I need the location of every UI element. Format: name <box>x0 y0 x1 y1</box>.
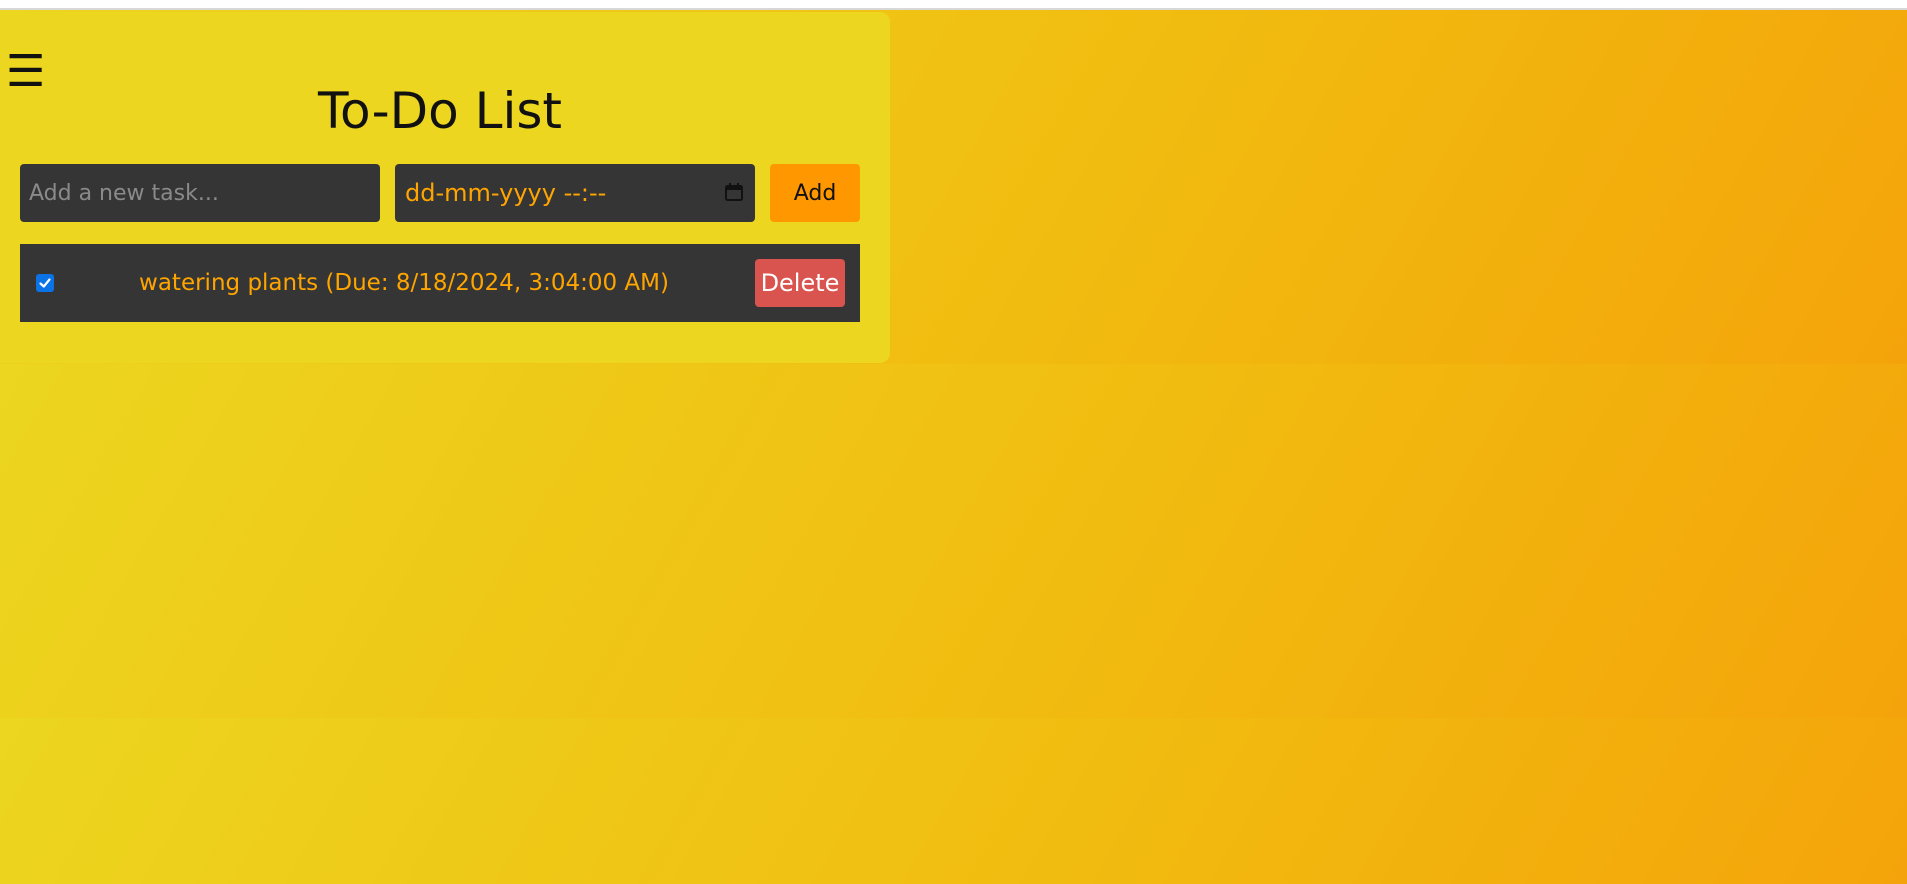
background-band <box>0 718 1907 884</box>
task-input[interactable] <box>20 164 380 222</box>
delete-task-button[interactable]: Delete <box>755 259 845 307</box>
page-title: To-Do List <box>318 82 562 140</box>
due-date-input[interactable]: dd-mm-yyyy --:-- <box>395 164 755 222</box>
browser-top-border <box>0 0 1907 10</box>
due-date-placeholder: dd-mm-yyyy --:-- <box>405 179 607 207</box>
add-task-button[interactable]: Add <box>770 164 860 222</box>
task-text: watering plants (Due: 8/18/2024, 3:04:00… <box>139 270 669 296</box>
todo-card: ☰ To-Do List dd-mm-yyyy --:-- Add wateri… <box>0 12 890 363</box>
background-band <box>0 364 1907 718</box>
task-item: watering plants (Due: 8/18/2024, 3:04:00… <box>20 244 860 322</box>
calendar-icon[interactable] <box>725 183 743 201</box>
